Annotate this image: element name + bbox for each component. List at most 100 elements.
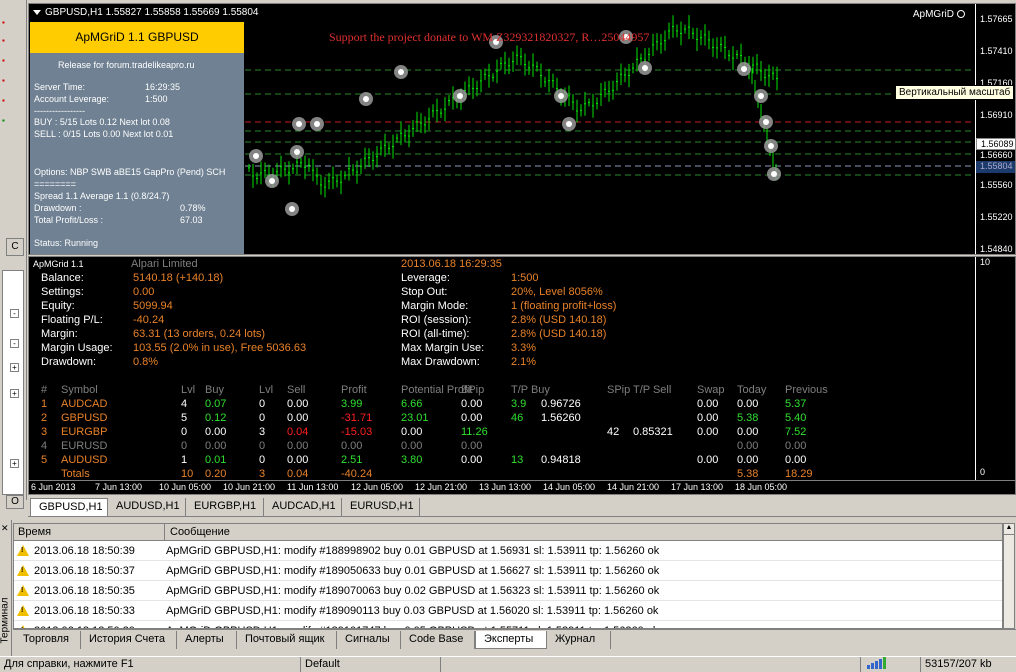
- table-cell-prev: 18.29: [785, 468, 813, 480]
- column-separator[interactable]: [164, 524, 165, 541]
- log-row[interactable]: ! 2013.06.18 18:50:33 ApMGriD GBPUSD,H1:…: [14, 601, 1002, 621]
- stat-label: ROI (session):: [401, 314, 472, 326]
- panel-tab[interactable]: О: [6, 495, 24, 509]
- terminal-tabs: Торговля История Счета Алерты Почтовый ящик…: [13, 629, 1016, 649]
- server-time-label: Server Time:: [34, 82, 86, 92]
- order-marker: [310, 117, 324, 131]
- navigator-tree[interactable]: - - + + +: [2, 270, 24, 495]
- chart-tab[interactable]: AUDCAD,H1: [264, 498, 342, 516]
- profile-name[interactable]: Default: [300, 657, 440, 672]
- column-message[interactable]: Сообщение: [170, 526, 230, 538]
- table-cell-n: 1: [41, 398, 48, 410]
- table-cell-sym: GBPUSD: [61, 412, 108, 424]
- market-watch-icon: ▪: [2, 18, 5, 27]
- indicator-tick: 10: [980, 257, 991, 267]
- time-tick: 6 Jun 2013: [31, 482, 76, 492]
- terminal-tab[interactable]: История Счета: [81, 631, 177, 649]
- connection-indicator[interactable]: [860, 657, 920, 672]
- price-axis[interactable]: 1.57665 1.57410 1.57160 1.56910 1.56089 …: [975, 4, 1015, 254]
- panel-tab[interactable]: С: [6, 238, 24, 256]
- help-text: Для справки, нажмите F1: [4, 658, 134, 670]
- table-cell-sym: Totals: [61, 468, 90, 480]
- expand-icon[interactable]: +: [10, 459, 19, 468]
- table-cell-n: 5: [41, 454, 48, 466]
- table-cell-pp1: 6.66: [401, 398, 423, 410]
- terminal-tab[interactable]: Журнал: [547, 631, 611, 649]
- stat-label: Stop Out:: [401, 286, 448, 298]
- time-axis[interactable]: 6 Jun 2013 7 Jun 13:00 10 Jun 05:00 10 Jun …: [28, 481, 1016, 495]
- expand-icon[interactable]: +: [10, 363, 19, 372]
- log-row[interactable]: ! 2013.06.18 18:50:37 ApMGriD GBPUSD,H1:…: [14, 561, 1002, 581]
- table-cell-prev: 0.00: [785, 454, 807, 466]
- table-cell-sym: EURGBP: [61, 426, 108, 438]
- log-row[interactable]: ! 2013.06.18 18:50:30 ApMGriD GBPUSD,H1:…: [14, 621, 1002, 628]
- market-watch-icon: ▪: [2, 56, 5, 65]
- stat-label: ROI (all-time):: [401, 328, 470, 340]
- table-cell-profit: -40.24: [341, 468, 373, 480]
- terminal-tab[interactable]: Торговля: [15, 631, 81, 649]
- chart-tab[interactable]: EURGBP,H1: [186, 498, 264, 516]
- warning-mark: !: [21, 587, 24, 594]
- bid-price-label: 1.55804: [976, 161, 1015, 173]
- dashboard-window[interactable]: ApMGrid 1.1 Alpari Limited 2013.06.18 16…: [28, 256, 1016, 481]
- panel-header: ApMGriD 1.1 GBPUSD: [30, 22, 244, 53]
- stat-value: 0.8%: [133, 356, 159, 368]
- table-cell-lvl_s: 0: [259, 412, 266, 424]
- time-tick: 13 Jun 13:00: [479, 482, 532, 492]
- chart-tab[interactable]: AUDUSD,H1: [108, 498, 186, 516]
- experts-log[interactable]: Время Сообщение ! 2013.06.18 18:50:39 Ap…: [13, 523, 1003, 629]
- log-scrollbar[interactable]: ▲: [1003, 523, 1015, 629]
- table-header: Previous: [785, 384, 828, 396]
- table-cell-sym: AUDCAD: [61, 398, 108, 410]
- log-row[interactable]: ! 2013.06.18 18:50:39 ApMGriD GBPUSD,H1:…: [14, 541, 1002, 561]
- stat-value: 20%, Level 8056%: [511, 286, 603, 298]
- stat-label: Balance:: [41, 272, 84, 284]
- stat-value: 2.8% (USD 140.18): [511, 328, 607, 340]
- table-header: BPip: [461, 384, 485, 396]
- table-cell-prev: 0.00: [785, 440, 807, 452]
- chart-tab[interactable]: EURUSD,H1: [342, 498, 420, 516]
- close-icon[interactable]: ✕: [1, 523, 9, 534]
- terminal-tab[interactable]: Эксперты: [475, 631, 547, 649]
- expand-icon[interactable]: -: [10, 309, 19, 318]
- stat-label: Max Margin Use:: [401, 342, 485, 354]
- expert-advisor-label[interactable]: ApMGriD: [913, 9, 965, 20]
- terminal-tab[interactable]: Алерты: [177, 631, 237, 649]
- table-cell-today: 5.38: [737, 468, 759, 480]
- stat-value: 1 (floating profit+loss): [511, 300, 617, 312]
- broker-name: Alpari Limited: [131, 258, 198, 270]
- table-cell-today: 0.00: [737, 440, 759, 452]
- column-time[interactable]: Время: [18, 526, 51, 538]
- order-marker: [265, 174, 279, 188]
- stat-value: 63.31 (13 orders, 0.24 lots): [133, 328, 266, 340]
- table-cell-pp2: 0.00: [461, 440, 483, 452]
- expand-icon[interactable]: +: [10, 389, 19, 398]
- expand-icon[interactable]: -: [10, 339, 19, 348]
- scroll-up-icon[interactable]: ▲: [1004, 524, 1014, 535]
- log-time: 2013.06.18 18:50:35: [34, 585, 135, 597]
- order-marker: [249, 149, 263, 163]
- terminal-tab[interactable]: Почтовый ящик: [237, 631, 337, 649]
- table-cell-spip: 42: [607, 426, 620, 438]
- log-row[interactable]: ! 2013.06.18 18:50:35 ApMGriD GBPUSD,H1:…: [14, 581, 1002, 601]
- order-marker: [292, 117, 306, 131]
- ea-info-panel: ApMGriD 1.1 GBPUSD Release for forum.tra…: [30, 22, 244, 254]
- order-marker: [638, 61, 652, 75]
- terminal-tab[interactable]: Сигналы: [337, 631, 401, 649]
- chart-tab[interactable]: GBPUSD,H1: [30, 498, 108, 516]
- table-cell-bpip: 13: [511, 454, 524, 466]
- table-cell-prev: 5.40: [785, 412, 807, 424]
- terminal-tab[interactable]: Code Base: [401, 631, 475, 649]
- table-cell-profit: 3.99: [341, 398, 363, 410]
- warning-mark: !: [21, 547, 24, 554]
- time-tick: 14 Jun 05:00: [543, 482, 596, 492]
- price-chart[interactable]: GBPUSD,H1 1.55827 1.55858 1.55669 1.5580…: [28, 3, 1016, 255]
- traffic-text: 53157/207 kb: [920, 657, 1016, 672]
- table-cell-lvl_s: 0: [259, 398, 266, 410]
- dashboard-datetime: 2013.06.18 16:29:35: [401, 258, 502, 270]
- ea-name-text: ApMGriD: [912, 9, 954, 20]
- market-watch-icon: ▪: [2, 76, 5, 85]
- spread-line: Spread 1.1 Average 1.1 (0.8/24.7): [34, 191, 170, 201]
- stat-label: Max Drawdown:: [401, 356, 480, 368]
- table-cell-profit: 2.51: [341, 454, 363, 466]
